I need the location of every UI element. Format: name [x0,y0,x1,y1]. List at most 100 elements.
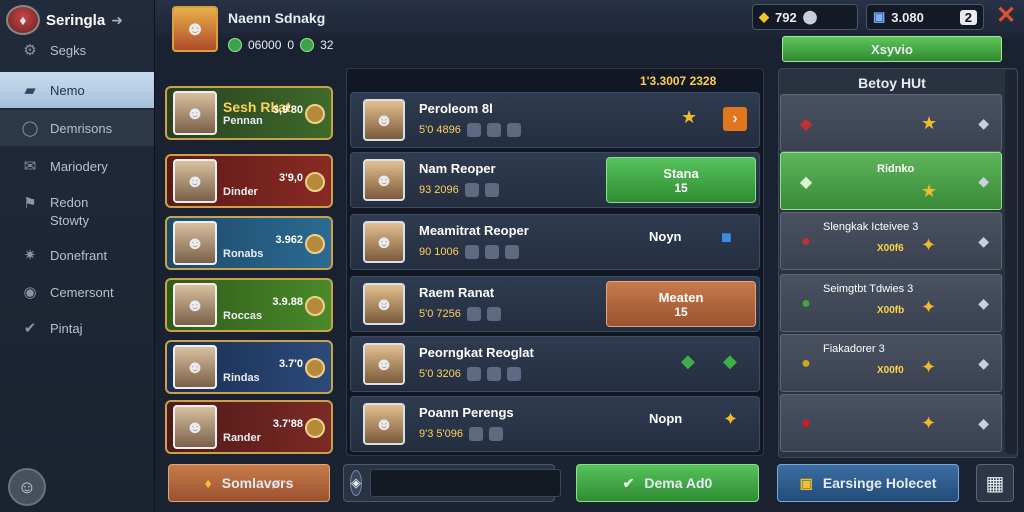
mail-icon: ✔ [23,320,37,337]
row-stat-value: 5'0 4896 [419,124,461,136]
dema-add-button[interactable]: ✔ Dema Ad0 [576,464,759,502]
diamond-icon[interactable]: ◆ [978,295,989,312]
reward-row[interactable]: ● Seimgtbt Tdwies 3 X00fb ✦ ◆ [780,274,1002,332]
badge-icon [305,104,325,124]
hero-card[interactable]: ☻ Sesh Rkat Pennan 3,9'80 [165,86,333,140]
trophy-icon: ✦ [921,413,937,433]
roster-row[interactable]: ☻ Peroleom 8l 5'0 4896 ★ › [350,92,760,148]
sidebar: ♦ Seringla ➜ ⚙ Segks ▰ Nemo ◯ Demrisons ✉ Ma… [0,0,155,512]
sidebar-item-label: Segks [50,42,87,58]
gem-icon: ◆ [681,351,695,371]
sidebar-item-label: Donefrant [50,247,108,263]
close-button[interactable]: ✕ [994,4,1018,28]
hero-card[interactable]: ☻ Rander 3.7'88 [165,400,333,454]
reward-row[interactable]: ● Fiakadorer 3 X00f0 ✦ ◆ [780,334,1002,392]
stat-icon [464,183,479,197]
hero-card[interactable]: ☻ Roccas 3.9.88 [165,278,333,332]
scrollbar[interactable] [1005,70,1017,454]
player-icon: ☻ [184,17,206,40]
reward-title: Fiakadorer 3 [823,343,885,355]
profile-name: Naenn Sdnakg [228,10,326,26]
row-stats: 5'0 4896 [419,123,521,137]
gold-counter[interactable]: ◆ 792 ⬤ [752,4,858,30]
diamond-icon[interactable]: ◆ [978,115,989,132]
diamond-icon[interactable]: ◆ [978,233,989,250]
diamond-icon[interactable]: ◆ [978,173,989,190]
reward-value: X00f6 [877,243,904,254]
gold-icon: ◆ [759,9,769,24]
reward-row[interactable]: ● ✦ ◆ [780,394,1002,452]
row-stat-value: 93 2096 [419,184,459,196]
hero-subtitle: Rindas [223,372,260,384]
coins-icon: ♦ [204,475,212,491]
hero-portrait-icon: ☻ [173,91,217,135]
reward-row[interactable]: ◆ Ridnko ★ ◆ [780,152,1002,210]
hero-card[interactable]: ☻ Rindas 3.7'0 [165,340,333,394]
earsinge-holecet-button[interactable]: ▣ Earsinge Holecet [777,464,959,502]
ticket-counter[interactable]: ▣ 3.080 2 [866,4,984,30]
hero-portrait-icon: ☻ [173,221,217,265]
diamond-icon[interactable]: ◆ [978,355,989,372]
sidebar-item-redon[interactable]: ⚑ Redon Stowty [0,190,154,234]
hero-portrait-icon: ☻ [173,283,217,327]
trophy-icon: ✦ [921,235,937,255]
button-label: Xsyvio [871,41,913,57]
sidebar-item-segks[interactable]: ⚙ Segks [0,32,154,68]
hero-subtitle: Roccas [223,310,263,322]
button-label: Somlavørs [221,475,294,491]
meaten-button[interactable]: Meaten 15 [606,281,756,327]
cube-icon: ■ [721,227,732,247]
roster-row[interactable]: ☻ Raem Ranat 5'0 7256 Meaten 15 [350,276,760,332]
row-stats: 9'3 5'096 [419,427,503,441]
roster-row[interactable]: ☻ Meamitrat Reoper 90 1006 Noyn ■ [350,214,760,270]
grid-menu-button[interactable]: ▦ [976,464,1014,502]
sidebar-item-pintaj[interactable]: ✔ Pintaj [0,310,154,346]
gold-value: 792 [775,9,797,25]
sidebar-item-label: Redon Stowty [50,195,90,228]
stat-icon [484,245,499,259]
somlavors-button[interactable]: ♦ Somlavørs [168,464,330,502]
lives-value: 2 [959,9,977,25]
sidebar-item-nemo[interactable]: ▰ Nemo [0,72,154,108]
trophy-icon: ★ [921,181,938,201]
hero-card[interactable]: ☻ Ronabs 3.962 [165,216,333,270]
roster-row[interactable]: ☻ Nam Reoper 93 2096 Stana 15 [350,152,760,208]
button-label: Meaten [658,289,704,305]
roster-row[interactable]: ☻ Peorngkat Reoglat 5'0 3206 ◆ ◆ [350,336,760,392]
hero-card[interactable]: ☻ Dinder 3'9,0 [165,154,333,208]
ruby-icon: ◆ [799,116,813,133]
stat-icon [506,123,521,137]
row-name: Nam Reoper [419,161,496,176]
arrow-right-icon[interactable]: ➜ [111,12,123,29]
sidebar-item-mariodery[interactable]: ✉ Mariodery [0,148,154,184]
roster-row[interactable]: ☻ Poann Perengs 9'3 5'096 Nopn ✦ [350,396,760,452]
gem-icon [300,38,315,52]
button-subvalue: 15 [674,180,688,195]
stana-button[interactable]: Stana 15 [606,157,756,203]
sidebar-item-donefrant[interactable]: ✷ Donefrant [0,237,154,273]
row-stats: 5'0 7256 [419,307,501,321]
stat-icon [466,123,481,137]
hero-score: 3.962 [275,234,303,246]
reward-row[interactable]: ● Slengkak Icteivee 3 X00f6 ✦ ◆ [780,212,1002,270]
shield-icon[interactable]: ◈ [350,470,362,496]
avatar[interactable]: ☺ [8,468,46,506]
badge-icon [305,172,325,192]
xsyvio-button[interactable]: Xsyvio [782,36,1002,62]
sidebar-item-label: Demrisons [50,120,113,136]
shield-icon: ⬤ [802,9,818,24]
trophy-icon: ✦ [921,297,937,317]
reward-title: Seimgtbt Tdwies 3 [823,283,914,295]
player-portrait-icon: ☻ [363,221,405,263]
sidebar-item-demrisons[interactable]: ◯ Demrisons [0,110,154,146]
search-input[interactable] [370,469,561,497]
chevron-right-icon[interactable]: › [723,107,747,131]
gems-value: 32 [320,38,334,52]
stat-icon [486,307,501,321]
reward-row[interactable]: ◆ ★ ◆ [780,94,1002,152]
profile-avatar[interactable]: ☻ [172,6,218,52]
ruby-icon: ● [801,415,811,432]
hero-portrait-icon: ☻ [173,345,217,389]
sidebar-item-cemersont[interactable]: ◉ Cemersont [0,274,154,310]
diamond-icon[interactable]: ◆ [978,415,989,432]
